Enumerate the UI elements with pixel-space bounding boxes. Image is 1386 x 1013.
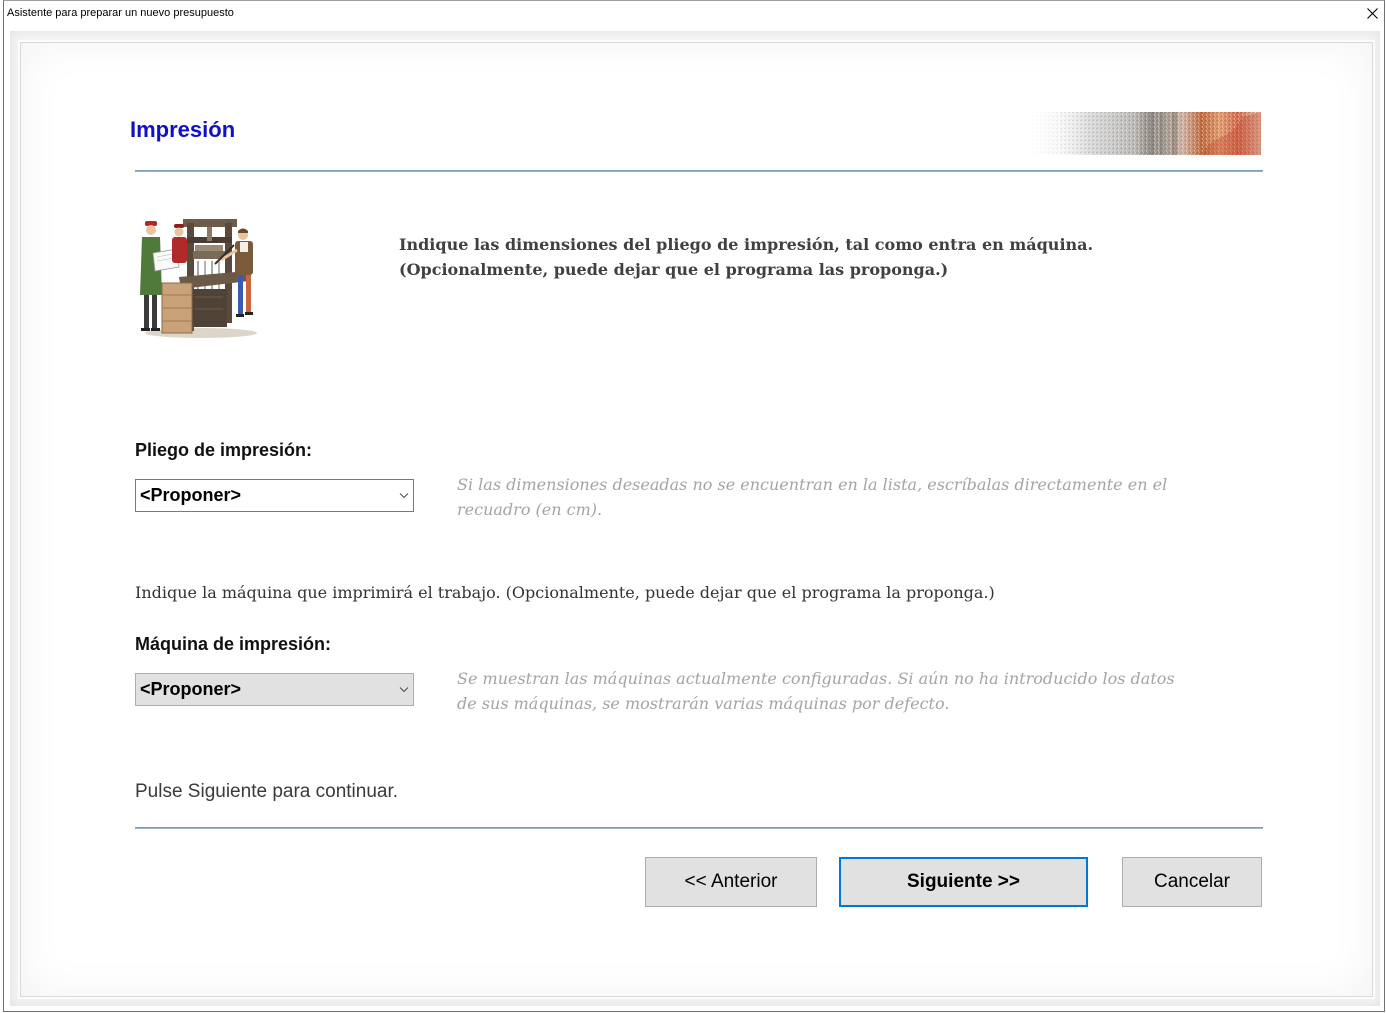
page-title: Impresión	[130, 117, 236, 142]
sheet-size-hint-line: Si las dimensiones deseadas no se encuen…	[457, 475, 1168, 494]
window-title: Asistente para preparar un nuevo presupu…	[7, 7, 234, 19]
printing-press-illustration	[135, 215, 260, 340]
close-button[interactable]	[1359, 1, 1385, 25]
next-button[interactable]: Siguiente >>	[839, 857, 1088, 907]
machine-hint-line: de sus máquinas, se mostrarán varias máq…	[457, 694, 950, 713]
machine-hint-line: Se muestran las máquinas actualmente con…	[457, 669, 1175, 688]
sheet-size-combobox-value[interactable]: <Proponer>	[140, 480, 241, 511]
chevron-down-icon[interactable]	[399, 686, 409, 693]
machine-label: Máquina de impresión:	[135, 634, 332, 654]
continue-instruction: Pulse Siguiente para continuar.	[135, 781, 399, 802]
intro-text-line: Indique las dimensiones del pliego de im…	[399, 235, 1094, 254]
header-divider	[135, 170, 1263, 172]
footer-divider	[135, 827, 1263, 829]
intro-text-line: (Opcionalmente, puede dejar que el progr…	[399, 260, 949, 279]
close-icon[interactable]	[1366, 7, 1378, 19]
sheet-size-label: Pliego de impresión:	[135, 440, 313, 460]
header-texture-image	[1032, 112, 1261, 155]
chevron-down-icon[interactable]	[399, 492, 409, 499]
sheet-size-hint-line: recuadro (en cm).	[457, 500, 603, 519]
sheet-size-combobox[interactable]: <Proponer>	[135, 479, 414, 512]
printer-figure-center	[172, 224, 187, 263]
machine-intro-text: Indique la máquina que imprimirá el trab…	[135, 583, 995, 602]
machine-combobox-value[interactable]: <Proponer>	[140, 674, 241, 705]
sheet-size-hint: Si las dimensiones deseadas no se encuen…	[457, 472, 1167, 522]
intro-text: Indique las dimensiones del pliego de im…	[399, 232, 1093, 282]
wooden-crate	[161, 282, 193, 334]
machine-hint: Se muestran las máquinas actualmente con…	[457, 666, 1175, 716]
machine-combobox[interactable]: <Proponer>	[135, 673, 414, 706]
back-button[interactable]: << Anterior	[645, 857, 817, 907]
cancel-button[interactable]: Cancelar	[1122, 857, 1262, 907]
